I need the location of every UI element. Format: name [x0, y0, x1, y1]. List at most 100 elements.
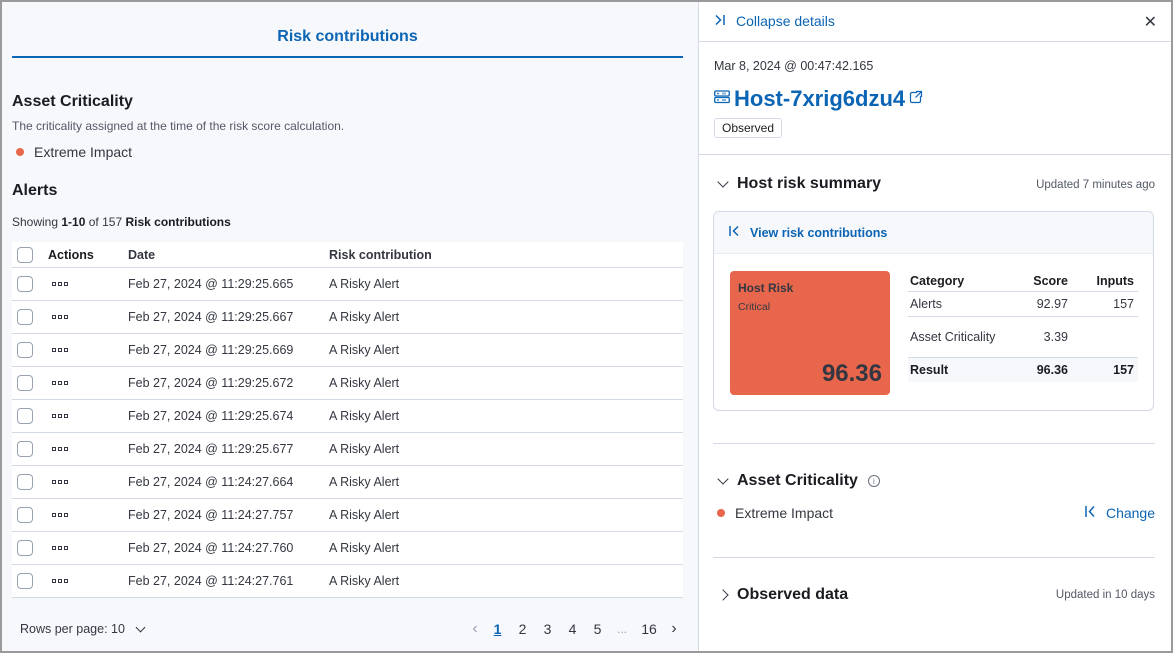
page-button-16[interactable]: 16: [634, 621, 664, 637]
risk-contributions-panel: Risk contributions Asset Criticality The…: [2, 2, 699, 651]
score-row-asset-criticality: Asset Criticality 3.39: [908, 317, 1138, 358]
row-checkbox[interactable]: [17, 276, 33, 292]
collapse-details-button[interactable]: Collapse details: [714, 13, 835, 29]
host-risk-updated: Updated 7 minutes ago: [1036, 179, 1155, 191]
table-row: Feb 27, 2024 @ 11:29:25.669 A Risky Alert: [12, 334, 683, 367]
asset-criticality-value: Extreme Impact: [16, 144, 132, 160]
page-button-1[interactable]: 1: [485, 621, 510, 637]
row-checkbox[interactable]: [17, 408, 33, 424]
risk-contribution-cell[interactable]: A Risky Alert: [329, 574, 683, 588]
table-header-row: Actions Date Risk contribution: [12, 242, 683, 268]
date-cell: Feb 27, 2024 @ 11:29:25.669: [128, 343, 294, 357]
table-row: Feb 27, 2024 @ 11:29:25.667 A Risky Alert: [12, 301, 683, 334]
table-row: Feb 27, 2024 @ 11:24:27.664 A Risky Alert: [12, 466, 683, 499]
host-risk-summary-toggle[interactable]: Host risk summary: [717, 175, 882, 193]
row-actions-icon[interactable]: [48, 447, 68, 451]
change-criticality-button[interactable]: Change: [1084, 505, 1155, 521]
view-risk-contributions-link[interactable]: View risk contributions: [714, 212, 1153, 254]
row-actions-icon[interactable]: [48, 315, 68, 319]
date-cell: Feb 27, 2024 @ 11:24:27.760: [128, 541, 294, 555]
observed-data-title: Observed data: [737, 586, 849, 603]
score-cell: 92.97: [1036, 297, 1068, 311]
chevron-right-icon: [717, 589, 729, 601]
change-label: Change: [1105, 505, 1155, 521]
date-cell: Feb 27, 2024 @ 11:29:25.672: [128, 376, 294, 390]
date-cell: Feb 27, 2024 @ 11:29:25.677: [128, 442, 294, 456]
row-actions-icon[interactable]: [48, 546, 68, 550]
showing-range: 1-10: [61, 215, 86, 229]
inputs-cell: 157: [1113, 297, 1134, 311]
info-icon[interactable]: i: [867, 475, 880, 487]
risk-contribution-cell[interactable]: A Risky Alert: [329, 409, 683, 423]
select-all-checkbox[interactable]: [17, 246, 33, 263]
row-actions-icon[interactable]: [48, 513, 68, 517]
risk-contribution-cell[interactable]: A Risky Alert: [329, 475, 683, 489]
risk-contribution-cell[interactable]: A Risky Alert: [329, 343, 683, 357]
page-button-2[interactable]: 2: [510, 621, 535, 637]
column-header-risk-contribution[interactable]: Risk contribution: [329, 248, 683, 262]
score-row-alerts: Alerts 92.97 157: [908, 292, 1138, 317]
table-row: Feb 27, 2024 @ 11:24:27.761 A Risky Alert: [12, 565, 683, 598]
row-checkbox[interactable]: [17, 441, 33, 457]
expand-left-icon: [728, 225, 740, 240]
row-actions-icon[interactable]: [48, 282, 68, 286]
page-button-4[interactable]: 4: [560, 621, 585, 637]
page-button-3[interactable]: 3: [535, 621, 560, 637]
score-row-result: Result 96.36 157: [908, 358, 1138, 382]
divider: [713, 557, 1155, 558]
row-actions-icon[interactable]: [48, 480, 68, 484]
date-cell: Feb 27, 2024 @ 11:24:27.757: [128, 508, 294, 522]
row-checkbox[interactable]: [17, 573, 33, 589]
observed-data-toggle[interactable]: Observed data: [717, 586, 849, 604]
alerts-title: Alerts: [12, 182, 58, 199]
host-title: Host-7xrig6dzu4: [714, 86, 923, 112]
row-checkbox[interactable]: [17, 474, 33, 490]
chevron-down-icon: [135, 622, 146, 632]
asset-criticality-toggle[interactable]: Asset Criticality i: [717, 472, 880, 490]
asset-criticality-label: Extreme Impact: [34, 144, 133, 160]
column-header-date[interactable]: Date: [128, 248, 329, 262]
row-checkbox[interactable]: [17, 540, 33, 556]
row-actions-icon[interactable]: [48, 414, 68, 418]
view-risk-contributions-label: View risk contributions: [750, 225, 888, 240]
chevron-down-icon: [717, 176, 729, 188]
criticality-dot-icon: [16, 148, 24, 156]
row-actions-icon[interactable]: [48, 579, 68, 583]
risk-contribution-cell[interactable]: A Risky Alert: [329, 310, 683, 324]
asset-criticality-current: Extreme Impact: [717, 505, 833, 521]
row-checkbox[interactable]: [17, 375, 33, 391]
external-link-icon[interactable]: [909, 90, 923, 109]
host-risk-score-box: Host Risk Critical 96.36: [730, 271, 890, 395]
row-actions-icon[interactable]: [48, 381, 68, 385]
showing-count: Showing 1-10 of 157 Risk contributions: [12, 215, 231, 229]
host-risk-summary-title: Host risk summary: [737, 175, 882, 192]
host-name-link[interactable]: Host-7xrig6dzu4: [734, 86, 905, 112]
row-checkbox[interactable]: [17, 309, 33, 325]
risk-contribution-cell[interactable]: A Risky Alert: [329, 541, 683, 555]
rows-per-page-selector[interactable]: Rows per page: 10: [20, 622, 146, 636]
page-button-5[interactable]: 5: [585, 621, 610, 637]
previous-page-button[interactable]: ‹: [465, 620, 485, 638]
risk-contribution-cell[interactable]: A Risky Alert: [329, 508, 683, 522]
close-icon[interactable]: ✕: [1144, 12, 1157, 32]
host-timestamp: Mar 8, 2024 @ 00:47:42.165: [714, 59, 874, 73]
date-cell: Feb 27, 2024 @ 11:24:27.761: [128, 574, 294, 588]
host-risk-card: View risk contributions Host Risk Critic…: [713, 211, 1154, 411]
collapse-right-icon: [714, 13, 726, 29]
table-row: Feb 27, 2024 @ 11:24:27.757 A Risky Alert: [12, 499, 683, 532]
risk-contribution-cell[interactable]: A Risky Alert: [329, 376, 683, 390]
table-row: Feb 27, 2024 @ 11:24:27.760 A Risky Alert: [12, 532, 683, 565]
row-checkbox[interactable]: [17, 342, 33, 358]
tab-risk-contributions[interactable]: Risk contributions: [12, 28, 683, 46]
showing-of: of 157: [88, 215, 123, 229]
risk-contribution-cell[interactable]: A Risky Alert: [329, 277, 683, 291]
table-row: Feb 27, 2024 @ 11:29:25.665 A Risky Alert: [12, 268, 683, 301]
observed-data-updated: Updated in 10 days: [1055, 589, 1155, 601]
score-cell: 3.39: [1043, 329, 1068, 344]
next-page-button[interactable]: ›: [664, 620, 684, 638]
table-row: Feb 27, 2024 @ 11:29:25.672 A Risky Alert: [12, 367, 683, 400]
category-cell: Result: [910, 363, 949, 377]
row-checkbox[interactable]: [17, 507, 33, 523]
row-actions-icon[interactable]: [48, 348, 68, 352]
risk-contribution-cell[interactable]: A Risky Alert: [329, 442, 683, 456]
